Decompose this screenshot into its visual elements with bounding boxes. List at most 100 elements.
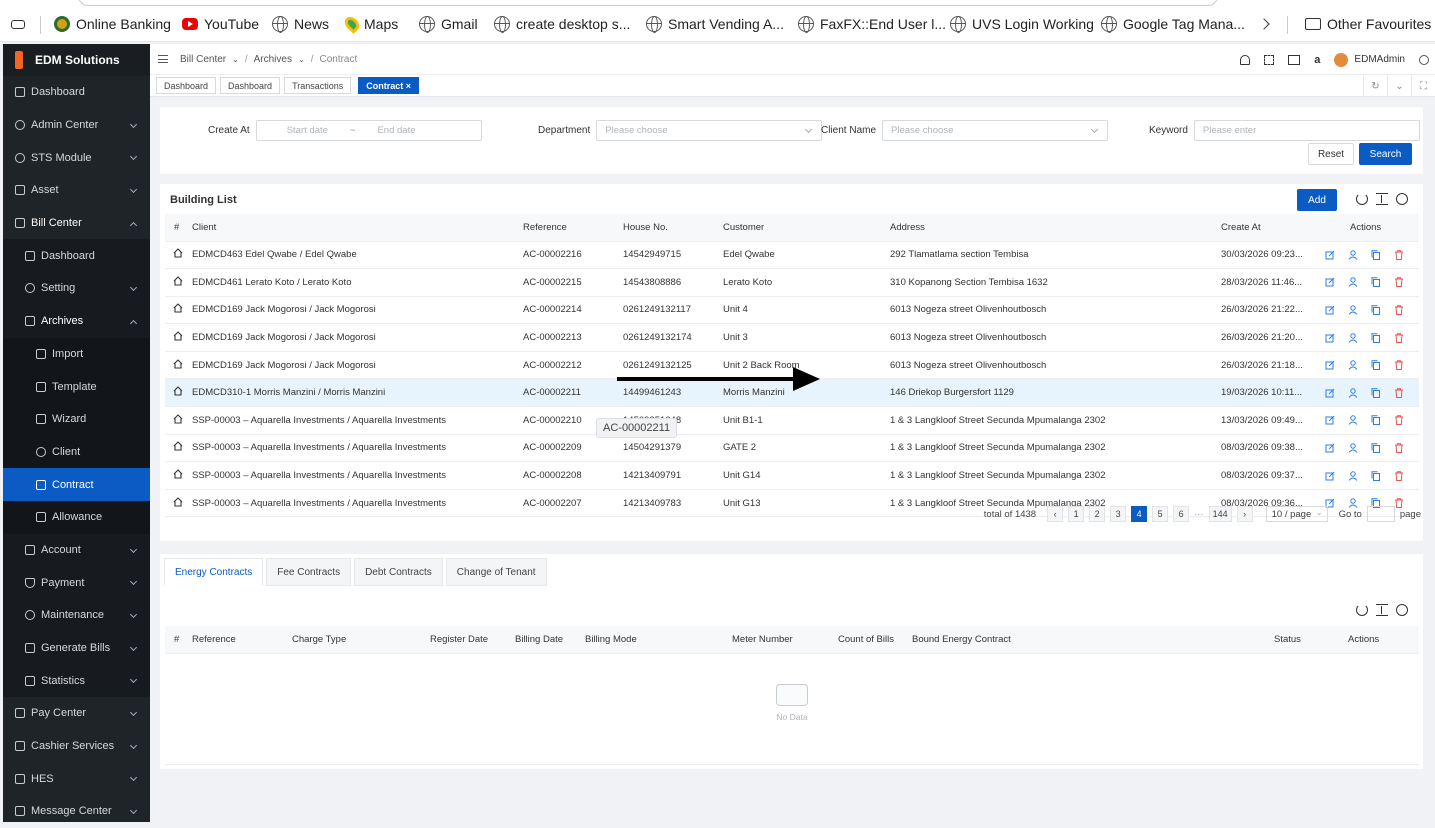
address-bar[interactable]	[78, 0, 1218, 6]
copy-icon[interactable]	[1371, 250, 1380, 260]
prev-page-button[interactable]: ‹	[1047, 506, 1064, 522]
copy-icon[interactable]	[1371, 443, 1380, 453]
sidebar-item-allowance[interactable]: Allowance	[3, 500, 150, 534]
user-icon[interactable]	[1348, 388, 1358, 398]
goto-page-input[interactable]	[1366, 506, 1395, 522]
delete-icon[interactable]	[1394, 415, 1403, 426]
edit-icon[interactable]	[1325, 443, 1335, 453]
user-icon[interactable]	[1348, 305, 1358, 315]
sidebar-item-dashboard[interactable]: Dashboard	[3, 76, 150, 109]
sidebar-item-maintenance[interactable]: Maintenance	[3, 599, 150, 632]
refresh-icon[interactable]: ↻	[1363, 75, 1387, 97]
table-row[interactable]: EDMCD169 Jack Mogorosi / Jack Mogorosi AC…	[165, 296, 1419, 325]
page-size-select[interactable]: 10 / page ⌄	[1265, 506, 1328, 522]
date-range-input[interactable]: Start date ~ End date	[255, 120, 482, 141]
user-icon[interactable]	[1348, 470, 1358, 481]
edit-icon[interactable]	[1325, 305, 1335, 315]
sidebar-item-contract[interactable]: Contract	[3, 468, 150, 501]
delete-icon[interactable]	[1394, 388, 1403, 398]
column-height-icon[interactable]	[1376, 604, 1388, 616]
delete-icon[interactable]	[1394, 332, 1403, 343]
table-row[interactable]: SSP-00003 – Aquarella Investments / Aqua…	[165, 434, 1419, 463]
bookmark-maps[interactable]: Maps	[342, 14, 398, 34]
table-row[interactable]: EDMCD461 Lerato Koto / Lerato Koto AC-000…	[165, 268, 1419, 297]
edit-icon[interactable]	[1325, 471, 1335, 481]
sidebar-item-sts-module[interactable]: STS Module	[3, 141, 150, 174]
page-3[interactable]: 3	[1110, 506, 1127, 522]
delete-icon[interactable]	[1394, 250, 1403, 260]
breadcrumb-archives[interactable]: Archives	[254, 54, 292, 65]
sidebar-item-pay-center[interactable]: Pay Center	[3, 697, 150, 730]
bookmark-faxfx[interactable]: FaxFX::End User l...	[798, 16, 946, 33]
page-6[interactable]: 6	[1173, 506, 1190, 522]
amazon-icon[interactable]: a	[1314, 54, 1320, 66]
tab-transactions[interactable]: Transactions	[284, 77, 352, 94]
user-menu[interactable]: EDMAdmin	[1334, 52, 1405, 67]
user-icon[interactable]	[1348, 250, 1358, 260]
page-5[interactable]: 5	[1152, 506, 1169, 522]
sidebar-item-bill-center[interactable]: Bill Center	[3, 207, 150, 240]
sidebar-item-setting[interactable]: Setting	[3, 272, 150, 305]
sidebar-item-statistics[interactable]: Statistics	[3, 664, 150, 698]
maximize-icon[interactable]: ⛶	[1411, 75, 1435, 97]
tab-fee-contracts[interactable]: Fee Contracts	[266, 558, 352, 586]
sidebar-item-account[interactable]: Account	[3, 533, 150, 567]
chevron-right-icon[interactable]	[1258, 18, 1270, 30]
keyword-input[interactable]: Please enter	[1193, 120, 1420, 141]
search-button[interactable]: Search	[1359, 143, 1412, 165]
reset-button[interactable]: Reset	[1308, 143, 1354, 165]
bookmark-uvs-login[interactable]: UVS Login Working	[950, 16, 1094, 33]
bookmark-online-banking[interactable]: Online Banking	[54, 16, 171, 32]
tab-change-of-tenant[interactable]: Change of Tenant	[445, 558, 547, 586]
copy-icon[interactable]	[1371, 388, 1380, 398]
sidebar-toggle-icon[interactable]	[11, 20, 25, 29]
page-2[interactable]: 2	[1089, 506, 1106, 522]
delete-icon[interactable]	[1394, 443, 1403, 453]
copy-icon[interactable]	[1371, 277, 1380, 288]
table-row[interactable]: EDMCD169 Jack Mogorosi / Jack Mogorosi AC…	[165, 323, 1419, 352]
sidebar-item-import[interactable]: Import	[3, 337, 150, 371]
table-row[interactable]: EDMCD463 Edel Qwabe / Edel Qwabe AC-00002…	[165, 241, 1419, 270]
department-select[interactable]: Please choose	[596, 120, 823, 141]
edit-icon[interactable]	[1325, 250, 1335, 260]
copy-icon[interactable]	[1371, 332, 1380, 343]
tab-dashboard-2[interactable]: Dashboard	[220, 77, 281, 94]
bookmark-google-tag[interactable]: Google Tag Mana...	[1101, 16, 1245, 33]
page-1[interactable]: 1	[1068, 506, 1085, 522]
copy-icon[interactable]	[1371, 470, 1380, 481]
edit-icon[interactable]	[1325, 360, 1335, 370]
edit-icon[interactable]	[1325, 388, 1335, 398]
settings-icon[interactable]	[1396, 604, 1408, 616]
copy-icon[interactable]	[1371, 360, 1380, 371]
bookmark-gmail[interactable]: Gmail	[419, 16, 478, 33]
sidebar-item-client[interactable]: Client	[3, 435, 150, 469]
sidebar-item-admin-center[interactable]: Admin Center	[3, 109, 150, 142]
page-4[interactable]: 4	[1131, 506, 1148, 522]
menu-collapse-icon[interactable]	[158, 55, 168, 63]
translate-icon[interactable]	[1288, 54, 1301, 65]
next-page-button[interactable]: ›	[1236, 506, 1253, 522]
bookmark-news[interactable]: News	[272, 16, 329, 33]
sidebar-item-hes[interactable]: HES	[3, 762, 150, 795]
delete-icon[interactable]	[1394, 470, 1403, 481]
sidebar-item-payment[interactable]: Payment	[3, 566, 150, 599]
sidebar-item-generate-bills[interactable]: Generate Bills	[3, 631, 150, 665]
delete-icon[interactable]	[1394, 277, 1403, 288]
gear-icon[interactable]	[1419, 54, 1429, 65]
column-height-icon[interactable]	[1376, 193, 1388, 205]
bookmark-create-desktop[interactable]: create desktop s...	[494, 16, 630, 33]
add-button[interactable]: Add	[1297, 189, 1337, 211]
refresh-icon[interactable]	[1356, 604, 1368, 616]
tab-energy-contracts[interactable]: Energy Contracts	[164, 558, 264, 586]
delete-icon[interactable]	[1394, 360, 1403, 371]
chevron-down-icon[interactable]: ⌄	[1387, 75, 1411, 97]
refresh-icon[interactable]	[1356, 193, 1368, 205]
tab-dashboard-1[interactable]: Dashboard	[156, 77, 217, 94]
edit-icon[interactable]	[1325, 333, 1335, 343]
user-icon[interactable]	[1348, 360, 1358, 370]
sidebar-item-asset[interactable]: Asset	[3, 174, 150, 207]
sidebar-item-archives[interactable]: Archives	[3, 304, 150, 338]
client-name-select[interactable]: Please choose	[882, 120, 1109, 141]
sidebar-item-cashier-services[interactable]: Cashier Services	[3, 730, 150, 763]
user-icon[interactable]	[1348, 443, 1358, 453]
